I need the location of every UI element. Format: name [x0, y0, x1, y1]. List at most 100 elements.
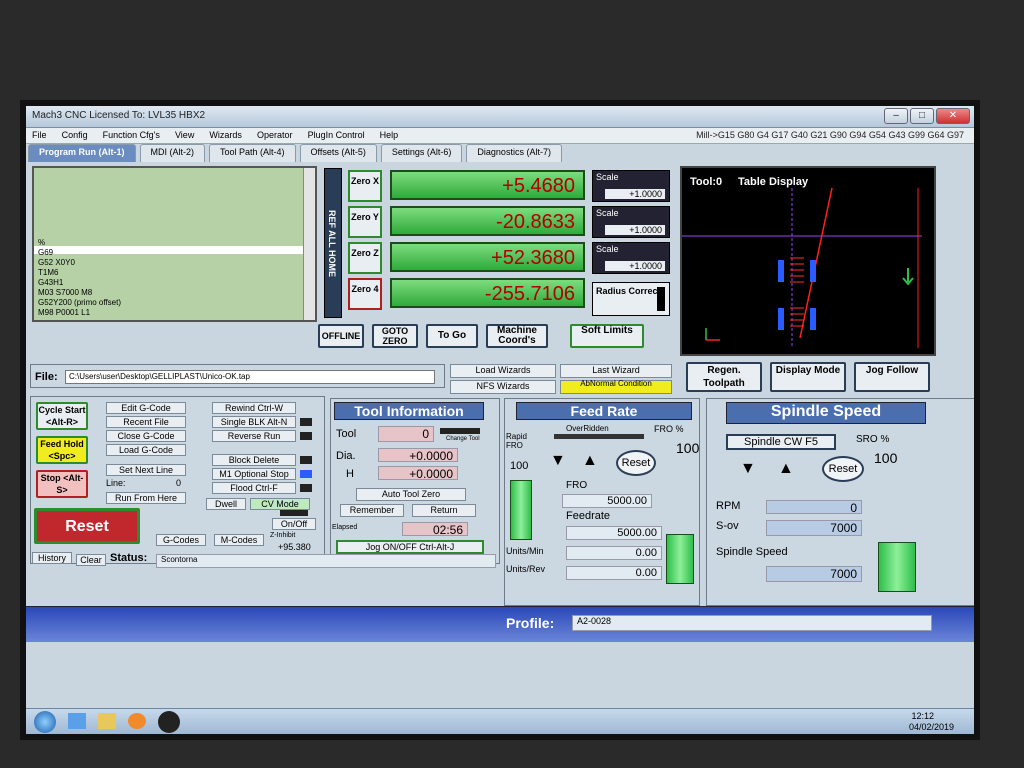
tab-offsets[interactable]: Offsets (Alt-5): [299, 144, 377, 162]
elapsed-label: Elapsed: [332, 524, 358, 531]
menu-function-cfg[interactable]: Function Cfg's: [97, 128, 166, 142]
z-inhibit-value[interactable]: +95.380: [278, 542, 311, 552]
single-block-button[interactable]: Single BLK Alt-N: [212, 416, 296, 428]
dro-z[interactable]: +52.3680: [390, 242, 585, 272]
spindle-speed-field[interactable]: 7000: [766, 566, 862, 582]
zero-y-button[interactable]: Zero Y: [348, 206, 382, 238]
zero-4-button[interactable]: Zero 4: [348, 278, 382, 310]
dro-y[interactable]: -20.8633: [390, 206, 585, 236]
dro-4[interactable]: -255.7106: [390, 278, 585, 308]
load-gcode-button[interactable]: Load G-Code: [106, 444, 186, 456]
reverse-run-button[interactable]: Reverse Run: [212, 430, 296, 442]
stop-button[interactable]: Stop <Alt-S>: [36, 470, 88, 498]
close-button[interactable]: ✕: [936, 108, 970, 124]
menu-plugin-control[interactable]: PlugIn Control: [302, 128, 371, 142]
nfs-wizards-button[interactable]: NFS Wizards: [450, 380, 556, 394]
tool-number-field[interactable]: 0: [378, 426, 434, 442]
m1-optional-stop-button[interactable]: M1 Optional Stop: [212, 468, 296, 480]
cycle-start-button[interactable]: Cycle Start <Alt-R>: [36, 402, 88, 430]
mcodes-button[interactable]: M-Codes: [214, 534, 264, 546]
minimize-button[interactable]: –: [884, 108, 908, 124]
diameter-field[interactable]: +0.0000: [378, 448, 458, 463]
menu-config[interactable]: Config: [56, 128, 94, 142]
mach3-taskbar-icon[interactable]: [158, 711, 180, 733]
menu-file[interactable]: File: [26, 128, 53, 142]
display-mode-button[interactable]: Display Mode: [770, 362, 846, 392]
z-inhibit-onoff-button[interactable]: On/Off: [272, 518, 316, 530]
menu-view[interactable]: View: [169, 128, 200, 142]
edit-gcode-button[interactable]: Edit G-Code: [106, 402, 186, 414]
spindle-reset-button[interactable]: Reset: [822, 456, 864, 482]
close-gcode-button[interactable]: Close G-Code: [106, 430, 186, 442]
zero-x-button[interactable]: Zero X: [348, 170, 382, 202]
recent-file-button[interactable]: Recent File: [106, 416, 186, 428]
menu-help[interactable]: Help: [374, 128, 405, 142]
abnormal-condition-indicator: AbNormal Condition: [560, 380, 672, 394]
jog-toggle-button[interactable]: Jog ON/OFF Ctrl-Alt-J: [336, 540, 484, 554]
rapid-fro-slider[interactable]: [510, 480, 532, 540]
spindle-down-icon[interactable]: ▼: [740, 460, 756, 478]
block-delete-button[interactable]: Block Delete: [212, 454, 296, 466]
offline-button[interactable]: OFFLINE: [318, 324, 364, 348]
tab-settings[interactable]: Settings (Alt-6): [380, 144, 463, 162]
tab-tool-path[interactable]: Tool Path (Alt-4): [209, 144, 296, 162]
feedrate-field[interactable]: 5000.00: [566, 526, 662, 540]
last-wizard-button[interactable]: Last Wizard: [560, 364, 672, 378]
units-rev-field: 0.00: [566, 566, 662, 580]
start-orb-icon[interactable]: [34, 711, 56, 733]
spindle-override-slider[interactable]: [878, 542, 916, 592]
auto-tool-zero-button[interactable]: Auto Tool Zero: [356, 488, 466, 501]
goto-zero-button[interactable]: GOTO ZERO: [372, 324, 418, 348]
history-button[interactable]: History: [32, 552, 72, 564]
reset-button[interactable]: Reset: [34, 508, 140, 544]
mach3-screen: Mach3 CNC Licensed To: LVL35 HBX2 – □ ✕ …: [20, 100, 980, 740]
feed-hold-button[interactable]: Feed Hold <Spc>: [36, 436, 88, 464]
rewind-button[interactable]: Rewind Ctrl-W: [212, 402, 296, 414]
zero-z-button[interactable]: Zero Z: [348, 242, 382, 274]
scale-x-value[interactable]: +1.0000: [605, 189, 665, 199]
feed-rate-header: Feed Rate: [516, 402, 692, 420]
explorer-icon[interactable]: [98, 713, 116, 729]
regen-toolpath-button[interactable]: Regen. Toolpath: [686, 362, 762, 392]
gcode-listing[interactable]: % G69 G52 X0Y0 T1M6 G43H1 M03 S7000 M8 G52Y200…: [32, 166, 317, 322]
radius-correct-button[interactable]: Radius Correct: [592, 282, 670, 316]
set-next-line-button[interactable]: Set Next Line: [106, 464, 186, 476]
feed-down-icon[interactable]: ▼: [550, 452, 566, 470]
to-go-button[interactable]: To Go: [426, 324, 478, 348]
flood-button[interactable]: Flood Ctrl-F: [212, 482, 296, 494]
soft-limits-button[interactable]: Soft Limits: [570, 324, 644, 348]
spindle-cw-button[interactable]: Spindle CW F5: [726, 434, 836, 450]
gcodes-button[interactable]: G-Codes: [156, 534, 206, 546]
machine-coords-button[interactable]: Machine Coord's: [486, 324, 548, 348]
tab-diagnostics[interactable]: Diagnostics (Alt-7): [466, 144, 562, 162]
fro-field[interactable]: 5000.00: [562, 494, 652, 508]
ie-icon[interactable]: [68, 713, 86, 729]
media-player-icon[interactable]: [128, 713, 146, 729]
scale-z-value[interactable]: +1.0000: [605, 261, 665, 271]
remember-button[interactable]: Remember: [340, 504, 404, 517]
file-bar: File: C:\Users\user\Desktop\GELLIPLAST\U…: [30, 364, 445, 388]
spindle-up-icon[interactable]: ▲: [778, 460, 794, 478]
load-wizards-button[interactable]: Load Wizards: [450, 364, 556, 378]
tab-program-run[interactable]: Program Run (Alt-1): [28, 144, 136, 162]
dro-x[interactable]: +5.4680: [390, 170, 585, 200]
line-value[interactable]: 0: [176, 478, 181, 488]
maximize-button[interactable]: □: [910, 108, 934, 124]
return-button[interactable]: Return: [412, 504, 476, 517]
feed-override-slider[interactable]: [666, 534, 694, 584]
run-from-here-button[interactable]: Run From Here: [106, 492, 186, 504]
menu-operator[interactable]: Operator: [251, 128, 299, 142]
clear-button[interactable]: Clear: [76, 554, 106, 566]
feed-up-icon[interactable]: ▲: [582, 452, 598, 470]
feed-reset-button[interactable]: Reset: [616, 450, 656, 476]
menu-wizards[interactable]: Wizards: [203, 128, 248, 142]
height-field[interactable]: +0.0000: [378, 466, 458, 481]
jog-follow-button[interactable]: Jog Follow: [854, 362, 930, 392]
gcode-scrollbar[interactable]: [303, 168, 315, 320]
sov-field: 7000: [766, 520, 862, 536]
ref-all-home-button[interactable]: REF ALL HOME: [324, 168, 342, 318]
tab-mdi[interactable]: MDI (Alt-2): [139, 144, 205, 162]
scale-y-value[interactable]: +1.0000: [605, 225, 665, 235]
toolpath-view[interactable]: [682, 168, 934, 354]
sov-label: S-ov: [716, 520, 739, 532]
